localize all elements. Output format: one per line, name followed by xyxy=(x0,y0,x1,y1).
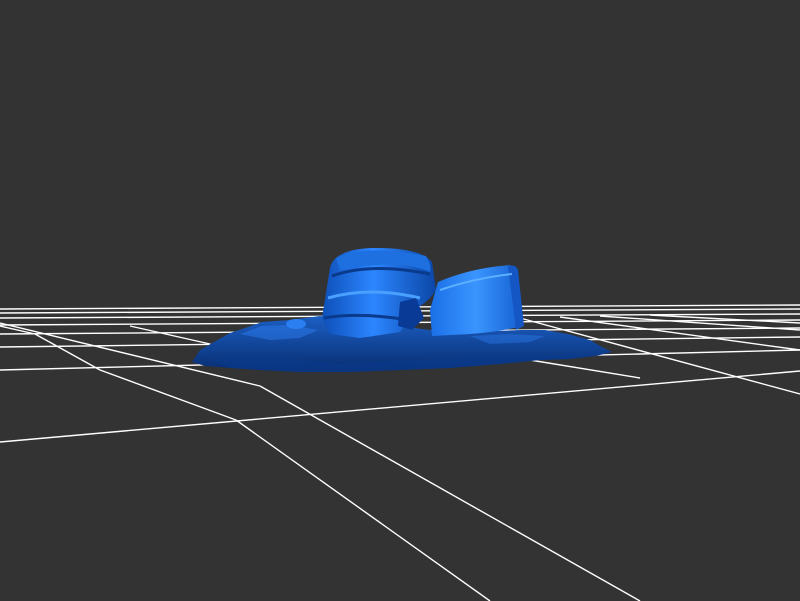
grid-line xyxy=(0,370,800,443)
grid-line xyxy=(129,325,211,345)
3d-viewport[interactable] xyxy=(0,0,800,601)
terrain-bump xyxy=(286,319,306,329)
grid-line xyxy=(529,359,641,379)
grid-line xyxy=(259,385,641,601)
barrel-upright[interactable] xyxy=(322,247,436,338)
barrel-body xyxy=(430,265,522,336)
scene-canvas[interactable] xyxy=(0,0,800,601)
barrel-tilted[interactable] xyxy=(430,265,524,336)
grid-line xyxy=(235,419,491,601)
grid-line xyxy=(99,369,237,421)
grid-line xyxy=(649,314,800,324)
